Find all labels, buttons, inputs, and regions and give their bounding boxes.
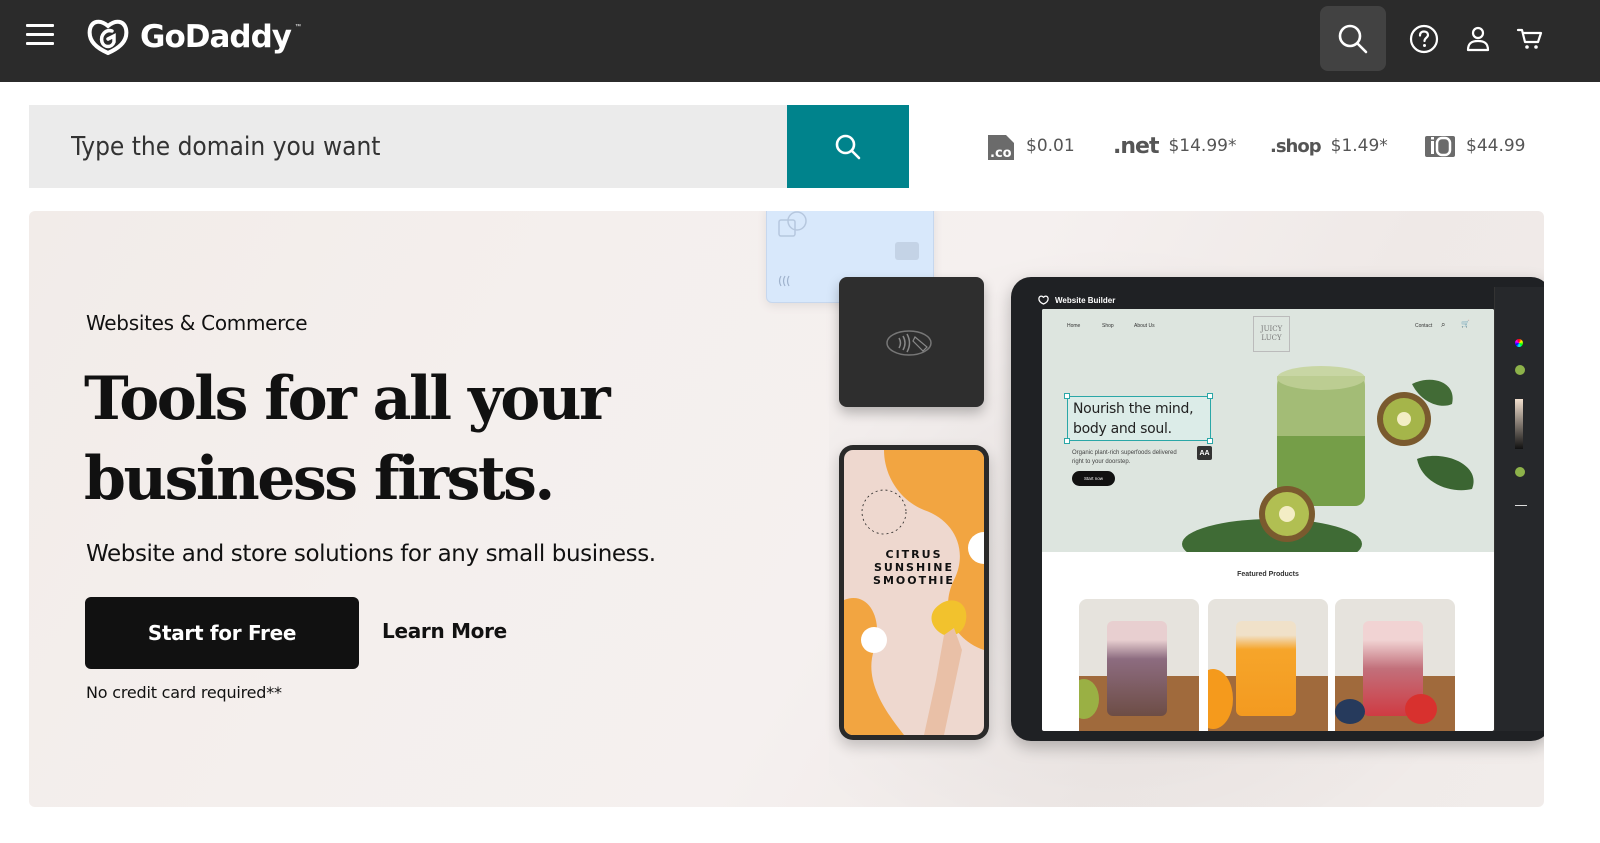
site-nav-shop: Shop (1102, 323, 1114, 329)
tap-to-pay-icon (886, 330, 932, 356)
resize-handle (1064, 393, 1070, 399)
color-swatch (1515, 365, 1525, 375)
website-builder-label: Website Builder (1055, 295, 1116, 305)
tablet-mockup: Website Builder Home Shop About Us Conta… (1011, 277, 1544, 741)
trademark: ™ (294, 24, 301, 30)
no-credit-card-note: No credit card required** (86, 683, 282, 702)
help-icon (1409, 24, 1439, 54)
svg-text:.co: .co (990, 146, 1012, 161)
logo-line: JUICY (1260, 325, 1283, 333)
tld-price: $44.99 (1466, 136, 1526, 156)
phone-screen: CITRUS SUNSHINE SMOOTHIE (844, 450, 984, 735)
tld-price: $0.01 (1026, 136, 1075, 156)
tld-price: $14.99* (1168, 136, 1237, 156)
headline-line-2: business firsts. (84, 444, 555, 514)
green-smoothie-image (1182, 366, 1474, 552)
product-card-strawberry (1335, 599, 1455, 731)
card-brand-icon (778, 211, 807, 237)
account-icon (1466, 26, 1490, 52)
site-cart-icon: 🛒 (1461, 321, 1470, 328)
brand-name: GoDaddy (140, 19, 292, 55)
product-card-orange (1208, 599, 1328, 731)
search-icon (835, 134, 861, 159)
juicy-lucy-logo: JUICY LUCY (1253, 316, 1290, 352)
learn-more-link[interactable]: Learn More (382, 619, 507, 643)
site-start-now-button: Start now (1072, 471, 1115, 486)
io-tld-icon (1425, 136, 1455, 157)
hero-headline: Tools for all your business firsts. (84, 359, 724, 519)
site-description: Organic plant-rich superfoods delivered … (1072, 450, 1177, 465)
site-nav-home: Home (1067, 323, 1081, 329)
resize-handle (1207, 393, 1213, 399)
cart-icon (1516, 28, 1543, 49)
divider (1515, 505, 1527, 506)
title-line: SMOOTHIE (873, 574, 955, 587)
phone-recipe-title: CITRUS SUNSHINE SMOOTHIE (844, 548, 984, 587)
nav-search-button[interactable] (1320, 6, 1386, 71)
start-for-free-button[interactable]: Start for Free (85, 597, 359, 669)
logo-line: LUCY (1261, 334, 1282, 342)
site-search-icon: ⌕ (1441, 320, 1446, 329)
hero-eyebrow: Websites & Commerce (86, 311, 308, 335)
color-gradient-picker (1515, 399, 1523, 449)
contactless-icon (778, 275, 790, 287)
featured-products-title: Featured Products (1237, 571, 1299, 578)
website-builder-header: Website Builder (1038, 295, 1115, 305)
title-line: SUNSHINE (873, 561, 954, 574)
tld-offer-net[interactable]: .net $14.99* (1113, 128, 1236, 164)
site-preview: Home Shop About Us Contact ⌕ 🛒 JUICY LUC… (1042, 309, 1494, 731)
tld-price: $1.49* (1330, 136, 1388, 156)
orange-wave-background (844, 450, 984, 735)
help-button[interactable] (1408, 22, 1440, 56)
hero-subheadline: Website and store solutions for any smal… (86, 541, 656, 567)
top-nav-bar: GoDaddy ™ (0, 0, 1600, 82)
tld-offer-shop[interactable]: .shop $1.49* (1270, 128, 1388, 164)
phone-mockup: CITRUS SUNSHINE SMOOTHIE (839, 445, 989, 740)
search-icon (1338, 24, 1368, 53)
text-style-button: AA (1197, 446, 1212, 460)
resize-handle (1064, 438, 1070, 444)
godaddy-heart-icon (1038, 295, 1049, 305)
menu-icon[interactable] (26, 24, 54, 48)
account-button[interactable] (1462, 22, 1494, 56)
godaddy-heart-icon (87, 19, 129, 56)
site-nav-about: About Us (1134, 323, 1155, 329)
godaddy-logo[interactable]: GoDaddy ™ (86, 17, 307, 57)
domain-search-input[interactable] (29, 105, 787, 188)
site-nav-contact: Contact (1415, 323, 1433, 329)
shop-tld-logo: .shop (1270, 135, 1322, 157)
site-hero: Home Shop About Us Contact ⌕ 🛒 JUICY LUC… (1042, 309, 1494, 552)
cart-button[interactable] (1514, 22, 1546, 56)
editor-side-panel (1494, 287, 1544, 731)
color-swatch (1515, 467, 1525, 477)
tld-offer-co[interactable]: .co $0.01 (986, 128, 1075, 164)
domain-search-bar (29, 105, 909, 188)
net-tld-logo: .net (1113, 133, 1159, 159)
title-line: CITRUS (885, 548, 943, 561)
headline-line-1: Tools for all your (84, 364, 611, 434)
domain-search-button[interactable] (787, 105, 909, 188)
co-tld-icon: .co (988, 135, 1014, 161)
resize-handle (1207, 438, 1213, 444)
card-chip-icon (895, 242, 919, 260)
color-wheel-icon (1515, 339, 1523, 347)
product-card-berry (1079, 599, 1199, 731)
tld-offer-io[interactable]: $44.99 (1424, 128, 1525, 164)
hero-banner: Websites & Commerce Tools for all your b… (29, 211, 1544, 807)
card-reader-image (839, 277, 984, 407)
editable-headline: Nourish the mind, body and soul. (1067, 396, 1211, 441)
